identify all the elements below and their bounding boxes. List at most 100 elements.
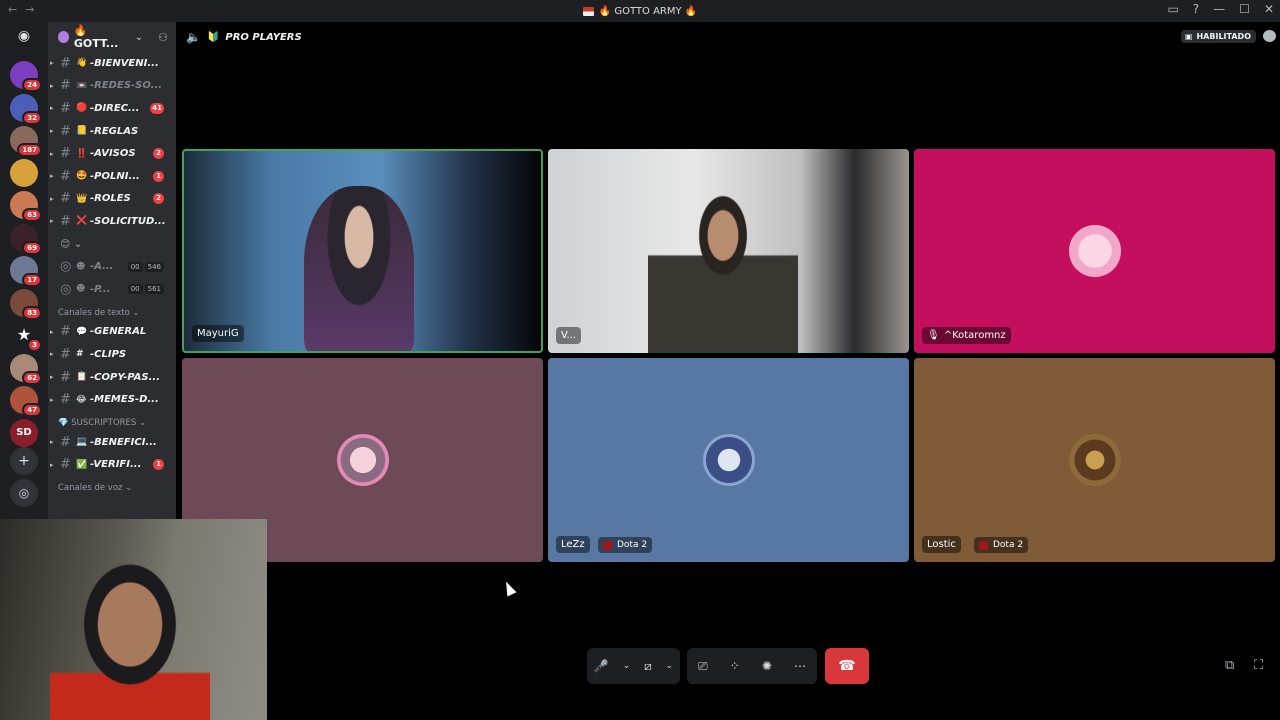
channel-emoji: 📋 <box>76 372 88 383</box>
channel-item[interactable]: ▸ # 😂 -MEMES-D... <box>48 388 176 411</box>
channel-item[interactable]: ▸ # ❌ -SOLICITUD... <box>48 210 176 233</box>
channel-item[interactable]: ▸ # 💻 -BENEFICI... <box>48 431 176 454</box>
fullscreen-icon[interactable]: ⛶ <box>1254 658 1263 673</box>
channel-item[interactable]: ▸ # 👋 -BIENVENI... <box>48 52 176 75</box>
channel-emoji: ‼️ <box>76 148 88 159</box>
user-count: 00 <box>127 261 143 272</box>
chat-icon[interactable] <box>1263 30 1276 42</box>
expand-arrow-icon: ▸ <box>50 460 54 469</box>
mention-badge: 47 <box>22 403 42 417</box>
window-title-text: 🔥 GOTTO ARMY 🔥 <box>598 5 698 17</box>
status-badge[interactable]: ▣ HABILITADO <box>1180 30 1256 43</box>
user-limit: 546 <box>144 261 164 272</box>
channel-emoji: 👑 <box>76 193 88 204</box>
window-controls: ▭ ? — ☐ ✕ <box>1167 2 1274 16</box>
maximize-button[interactable]: ☐ <box>1239 2 1250 16</box>
chevron-down-icon[interactable]: ⌄ <box>623 661 631 671</box>
streamer-figure <box>50 539 210 720</box>
channel-name: -DIREC... <box>90 102 140 114</box>
server-icon[interactable]: 69 <box>10 223 42 255</box>
back-icon[interactable]: ← <box>8 3 17 16</box>
mention-badge: 187 <box>17 143 42 157</box>
channel-item[interactable]: ▸ # ✅ -VERIFI... 1 <box>48 454 176 477</box>
discord-home-icon[interactable]: ◉ <box>10 24 38 48</box>
server-icon[interactable]: 32 <box>10 93 42 125</box>
participant-name: 🎙 ^Kotaromnz <box>922 327 1011 344</box>
help-icon[interactable]: ? <box>1193 2 1199 16</box>
channel-name: -ROLES <box>90 193 131 205</box>
participant-tile[interactable]: MayuriG <box>182 149 543 353</box>
add-server-icon[interactable]: + <box>10 447 38 475</box>
expand-arrow-icon: ▸ <box>50 194 54 203</box>
expand-arrow-icon: ▸ <box>50 438 54 447</box>
server-icon[interactable] <box>10 158 38 187</box>
chevron-down-icon: ⌄ <box>134 31 144 43</box>
channel-item[interactable]: ▸ # # -CLIPS <box>48 343 176 366</box>
stat-channel[interactable]: ◎ ☻ -A... 00 546 <box>48 255 176 278</box>
camera-off-icon[interactable]: ⧄ <box>644 659 652 674</box>
mention-badge: 32 <box>22 110 42 125</box>
category-suscriptores[interactable]: 💎 SUSCRIPTORES ⌄ <box>48 411 176 431</box>
discover-icon[interactable]: ◎ <box>10 479 38 507</box>
status-icon: ▣ <box>1184 32 1193 41</box>
channel-name: -SOLICITUD... <box>90 215 166 227</box>
game-activity: Dota 2 <box>598 537 653 553</box>
video-feed <box>648 169 798 353</box>
activities-icon[interactable]: ⁘ <box>730 659 740 673</box>
hash-icon: # <box>60 191 71 207</box>
server-icon[interactable]: ★ 3 <box>10 321 42 352</box>
participant-tile[interactable]: 🎙 ^Kotaromnz <box>914 149 1275 353</box>
channel-item[interactable]: ▸ # 🔴 -DIREC... 41 <box>48 97 176 120</box>
inbox-icon[interactable]: ▭ <box>1167 2 1178 16</box>
server-icon[interactable]: 47 <box>10 386 42 417</box>
guild-name: 🔥 GOTT... <box>73 24 119 50</box>
stat-channel[interactable]: ◎ ☻ -P... 00 561 <box>48 278 176 301</box>
channel-item[interactable]: ▸ # 🤩 -POLNI... 1 <box>48 165 176 188</box>
soundboard-icon[interactable]: ✺ <box>762 659 772 673</box>
popout-icon[interactable]: ⧉ <box>1225 658 1234 673</box>
hash-icon: # <box>60 146 71 162</box>
expand-arrow-icon: ▸ <box>50 59 54 68</box>
forward-icon[interactable]: → <box>25 3 34 16</box>
close-button[interactable]: ✕ <box>1264 2 1274 16</box>
channel-item[interactable]: ▸ # 📋 -COPY-PAS... <box>48 366 176 389</box>
chevron-down-icon[interactable]: ⌄ <box>666 661 674 671</box>
invite-icon[interactable]: ⚇ <box>158 31 168 44</box>
channel-item[interactable]: ▸ # 📼 -REDES-SO... <box>48 75 176 98</box>
microphone-icon[interactable]: 🎤 <box>594 659 609 673</box>
minimize-button[interactable]: — <box>1213 2 1225 16</box>
category-text-channels[interactable]: Canales de texto ⌄ <box>48 301 176 321</box>
participant-tile[interactable]: V... <box>548 149 909 353</box>
channel-name: -REGLAS <box>90 125 139 137</box>
server-icon[interactable]: 17 <box>10 256 42 287</box>
server-icon[interactable]: 187 <box>10 126 42 157</box>
participant-tile[interactable]: LeZz Dota 2 <box>548 358 909 562</box>
channel-emoji: 💻 <box>76 437 88 448</box>
disconnect-button[interactable]: ☎ <box>825 648 869 684</box>
media-controls: 🎤 ⌄ ⧄ ⌄ <box>587 648 680 684</box>
stage-icon: ◎ <box>60 259 72 275</box>
category-voice-channels[interactable]: Canales de voz ⌄ <box>48 476 176 496</box>
participant-tile[interactable]: Lostic Dota 2 <box>914 358 1275 562</box>
channel-item[interactable]: ▸ # 📒 -REGLAS <box>48 120 176 143</box>
hash-icon: # <box>60 392 71 408</box>
stage-icon: ◎ <box>60 281 72 297</box>
channel-emoji: 📒 <box>76 126 88 137</box>
channel-item[interactable]: ▸ # ‼️ -AVISOS 2 <box>48 142 176 165</box>
channel-item[interactable]: ▸ # 💬 -GENERAL <box>48 321 176 344</box>
emoji-category[interactable]: 😊 ⌄ <box>48 233 176 256</box>
screen-share-icon[interactable]: ⎚ <box>698 659 708 674</box>
channel-item[interactable]: ▸ # 👑 -ROLES 2 <box>48 188 176 211</box>
server-icon[interactable]: 83 <box>10 288 42 320</box>
user-limit: 561 <box>144 284 164 295</box>
more-icon[interactable]: ⋯ <box>794 659 806 673</box>
expand-arrow-icon: ▸ <box>50 373 54 382</box>
channel-name: -BIENVENI... <box>90 57 159 69</box>
server-icon[interactable]: 24 <box>10 61 42 92</box>
server-icon[interactable]: SD <box>10 418 38 447</box>
channel-emoji: ❌ <box>76 216 88 227</box>
guild-header[interactable]: 🔥 GOTT... ⌄ ⚇ <box>48 22 176 52</box>
server-icon[interactable]: 63 <box>10 191 42 222</box>
server-icon[interactable]: 62 <box>10 353 42 385</box>
call-header: 🔈 🔰 PRO PLAYERS ▣ HABILITADO <box>176 22 1280 52</box>
